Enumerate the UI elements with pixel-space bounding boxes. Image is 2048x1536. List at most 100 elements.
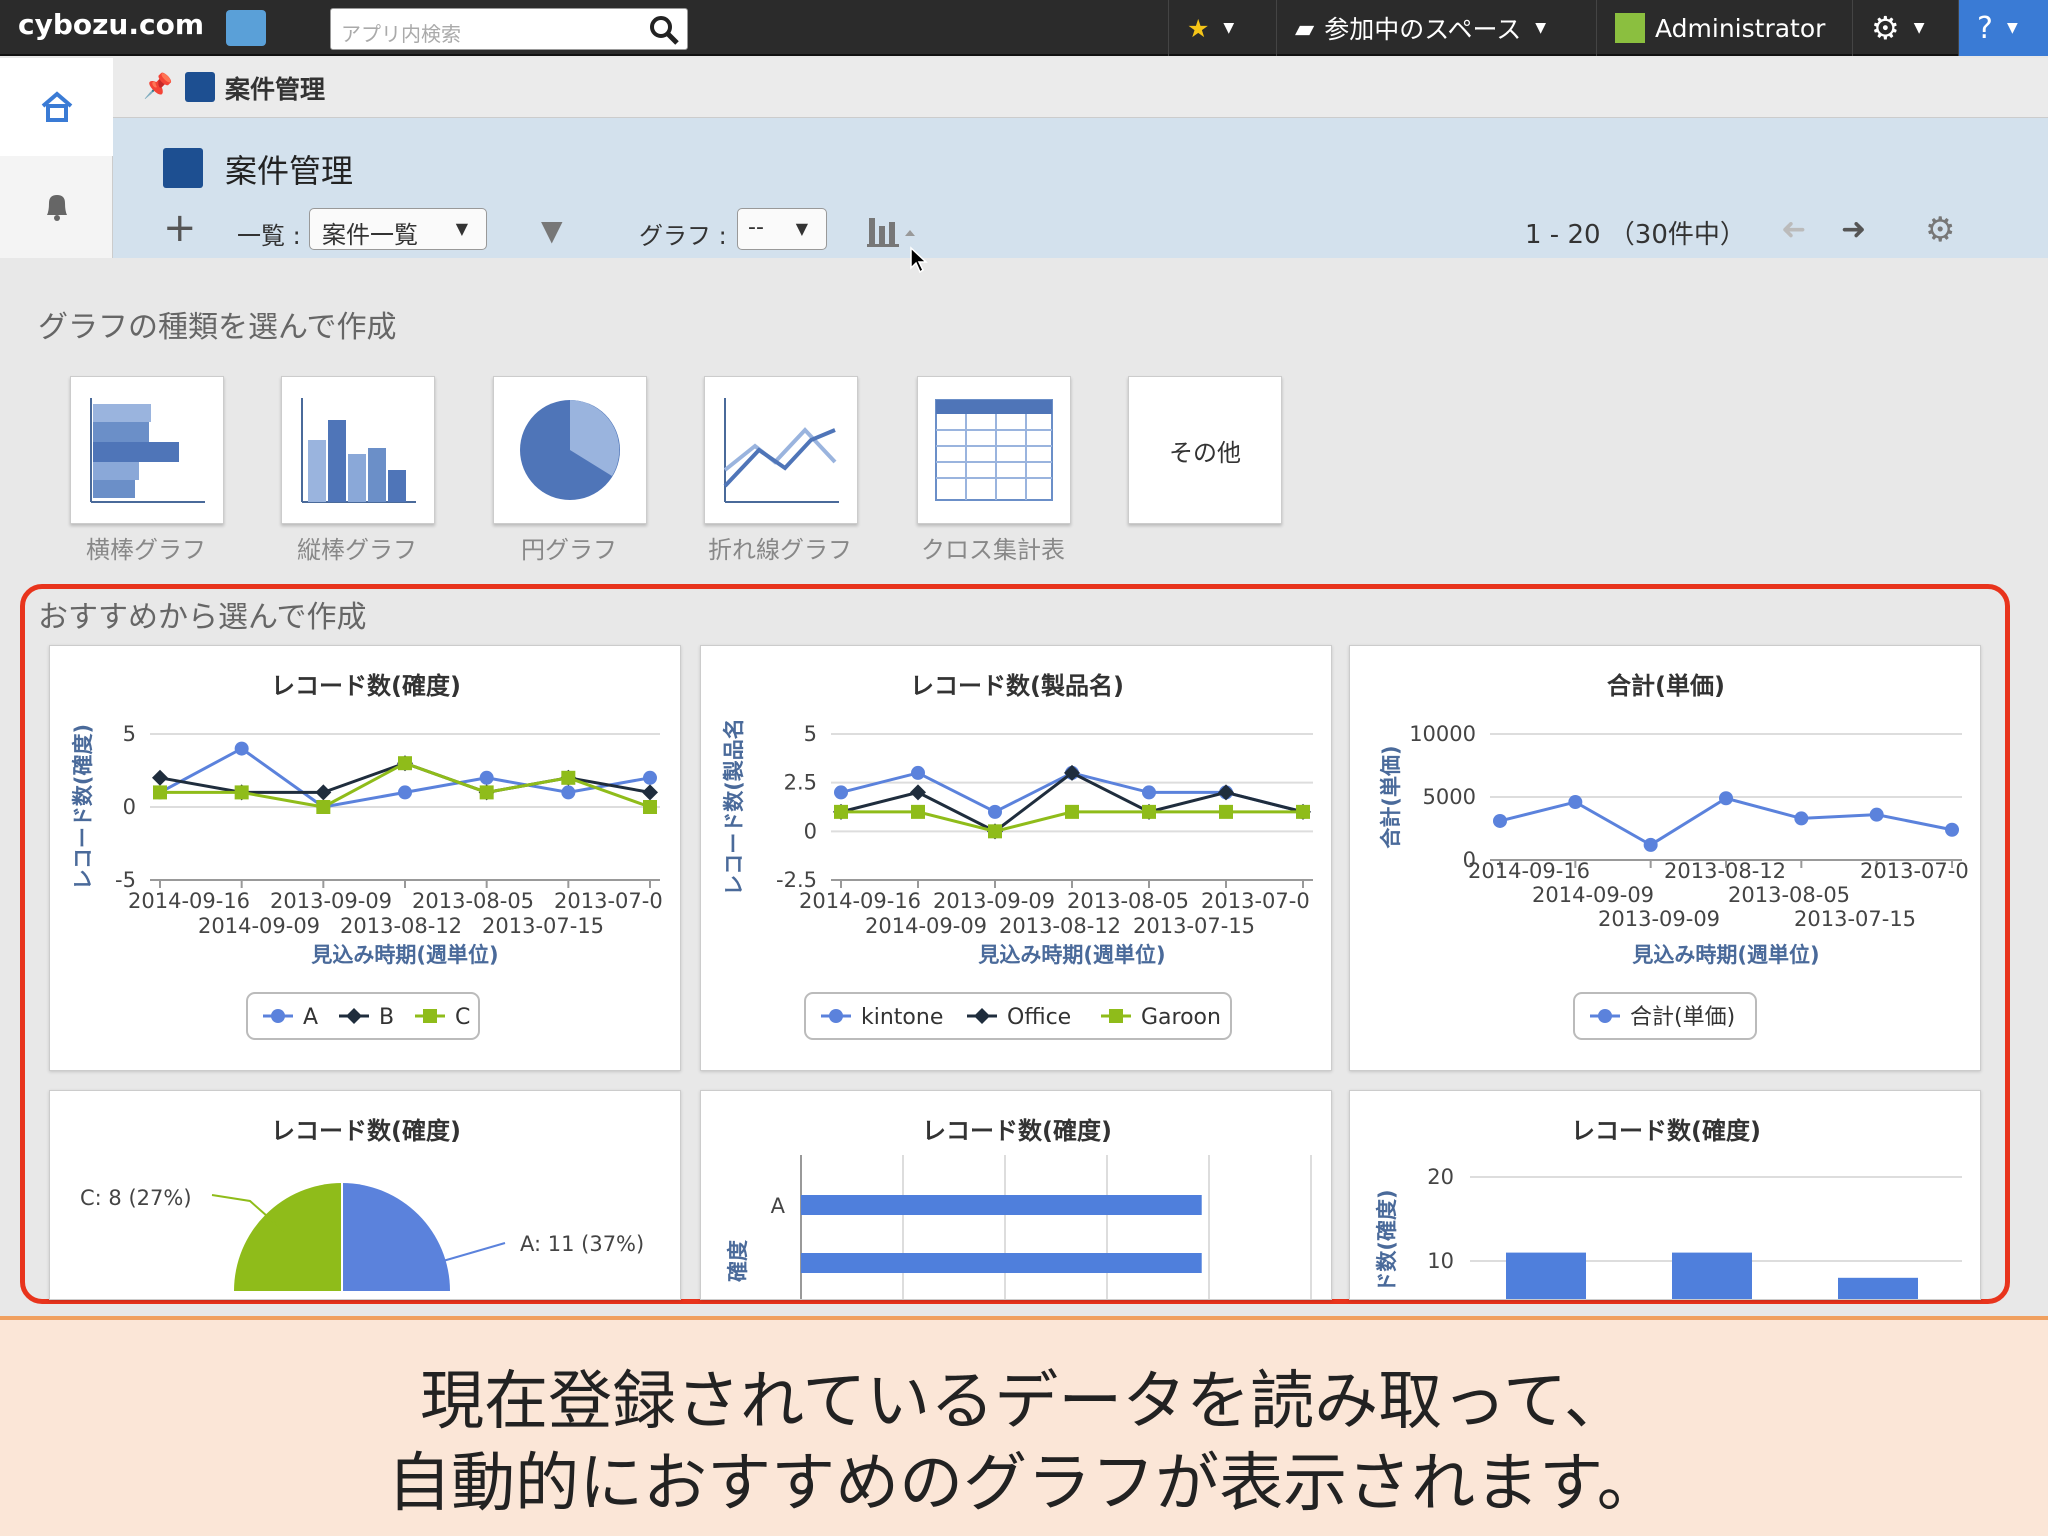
chart-point [398,785,412,800]
caption-line-2: 自動的におすすめのグラフが表示されます。 [387,1447,1661,1521]
y-axis-label: レコード数(製品名 [722,718,746,896]
chat-icon: ▰ [1295,13,1315,43]
line-chart: 50-52014-09-16 2013-09-09 2013-08-05 2013-0… [71,722,663,1040]
chart-point [1719,791,1733,806]
chart-type-other[interactable]: その他 [1128,376,1282,524]
legend-label: C [455,1005,470,1030]
mouse-cursor-icon [910,246,928,274]
user-menu[interactable]: Administrator [1596,0,1844,56]
pie-label: C: 8 (27%) [80,1186,192,1210]
y-tick-label: 5 [123,722,136,746]
recommended-chart-2[interactable]: レコード数(製品名) 5 2.5 0 -2.5 2014-09-16 2013-09-09… [700,645,1332,1071]
line-chart: 52.50-2.52014-09-16 2013-09-09 2013-08-05 2… [722,718,1313,1040]
search-icon[interactable] [647,13,681,47]
recommended-chart-4[interactable]: レコード数(確度) A: 11 (37%) C: 8 (27%) [49,1090,681,1300]
add-record-button[interactable]: + [163,208,197,248]
chevron-down-icon: ▼ [795,219,808,238]
legend-label: Garoon [1141,1005,1221,1030]
chart-type-horizontal-bar[interactable] [70,376,224,524]
recommended-chart-3[interactable]: 合計(単価) 10000 5000 0 2014-09-16 2013-08-12 201… [1349,645,1981,1071]
chart-type-label: 横棒グラフ [86,536,206,564]
breadcrumb-app[interactable]: 案件管理 [225,70,325,106]
table-icon [935,399,1053,501]
favorites-menu[interactable]: ★ ▼ [1168,0,1264,56]
next-page-icon[interactable]: ➜ [1841,212,1866,247]
x-tick-label: 2014-09-09 [865,914,987,938]
home-button[interactable] [0,58,113,156]
chart-type-cross-table[interactable] [917,376,1071,524]
chart-type-pie[interactable] [493,376,647,524]
y-tick-label: 10000 [1409,722,1476,746]
line-icon [723,398,839,503]
app-menu-icon[interactable] [226,10,266,46]
bar [1672,1252,1752,1299]
logo[interactable]: cybozu.com [18,8,204,41]
chart-point [1598,1009,1612,1023]
caption-banner: 現在登録されているデータを読み取って、 自動的におすすめのグラフが表示されます。 [0,1316,2048,1536]
app-settings-icon[interactable]: ⚙ [1925,210,1955,250]
chart-point [271,1009,285,1023]
chevron-down-icon: ▼ [1913,20,1925,36]
chart-point [1794,811,1809,826]
bell-icon [46,195,67,221]
recommended-chart-1[interactable]: レコード数(確度) 5 0 -5 2014-09-16 2013-09-09 2013-0… [49,645,681,1071]
chart-type-other-label: その他 [1169,438,1241,467]
chart-point [988,824,1002,839]
bar-chart-icon[interactable] [865,210,927,250]
avatar [1615,13,1645,43]
chart-point [1218,784,1234,801]
chart-type-label: クロス集計表 [921,536,1065,564]
recommended-chart-6[interactable]: レコード数(確度) 20 10 ド数(確度) [1349,1090,1981,1300]
chevron-down-icon: ▼ [1535,20,1547,36]
home-icon [41,91,72,122]
breadcrumb: 📌 案件管理 [113,58,2048,118]
user-name: Administrator [1655,13,1826,43]
chart-point [561,770,576,785]
help-menu[interactable]: ? ▼ [1958,0,2048,56]
filter-icon[interactable]: ▼ [541,214,563,247]
chart-point [423,1009,437,1023]
pin-icon[interactable]: 📌 [143,72,173,100]
legend-label: B [379,1005,394,1030]
chart-point [834,785,848,800]
star-icon: ★ [1187,13,1210,43]
chart-type-line[interactable] [704,376,858,524]
chart-point [1296,804,1310,819]
chart-point [1643,837,1658,852]
pie-icon [520,400,620,500]
chart-point [1219,804,1233,819]
pie-slice [342,1183,450,1291]
x-tick-label: 2014-09-09 [1532,883,1654,907]
chevron-down-icon: ▼ [2006,20,2018,36]
x-tick-label: 2014-09-16 [799,889,921,913]
chevron-down-icon: ▼ [1223,20,1235,36]
graph-select-value: -- [748,215,764,240]
category-label: A [771,1194,786,1218]
chart-type-vertical-bar[interactable] [281,376,435,524]
settings-menu[interactable]: ⚙ ▼ [1852,0,1962,56]
y-tick-label: 0 [804,819,817,843]
notification-button[interactable] [0,156,113,256]
spaces-menu[interactable]: ▰ 参加中のスペース ▼ [1276,0,1582,56]
view-label: 一覧 : [237,222,301,250]
chart-point [1493,813,1507,828]
view-select[interactable]: 案件一覧 ▼ [309,208,487,250]
x-tick-label: 2013-09-09 [270,889,392,913]
chart-point [479,770,494,785]
search-input[interactable]: アプリ内検索 [341,18,461,47]
search-box[interactable]: アプリ内検索 [330,8,688,50]
chart-point [234,741,249,756]
gear-icon: ⚙ [1871,9,1900,47]
graph-select[interactable]: -- ▼ [737,208,827,250]
x-tick-label: 2013-07-15 [482,914,604,938]
recommended-chart-5[interactable]: レコード数(確度) A 確度 [700,1090,1332,1300]
x-tick-label: 2014-09-09 [198,914,320,938]
x-axis-label: 見込み時期(週単位) [978,943,1165,967]
chart-point [1142,785,1156,800]
prev-page-icon[interactable]: ➜ [1781,212,1806,247]
bar-chart: A 確度 [726,1155,1312,1299]
legend-label: Office [1007,1005,1071,1030]
sidebar [0,58,113,258]
view-select-value: 案件一覧 [322,221,418,249]
chart-point [829,1009,843,1023]
